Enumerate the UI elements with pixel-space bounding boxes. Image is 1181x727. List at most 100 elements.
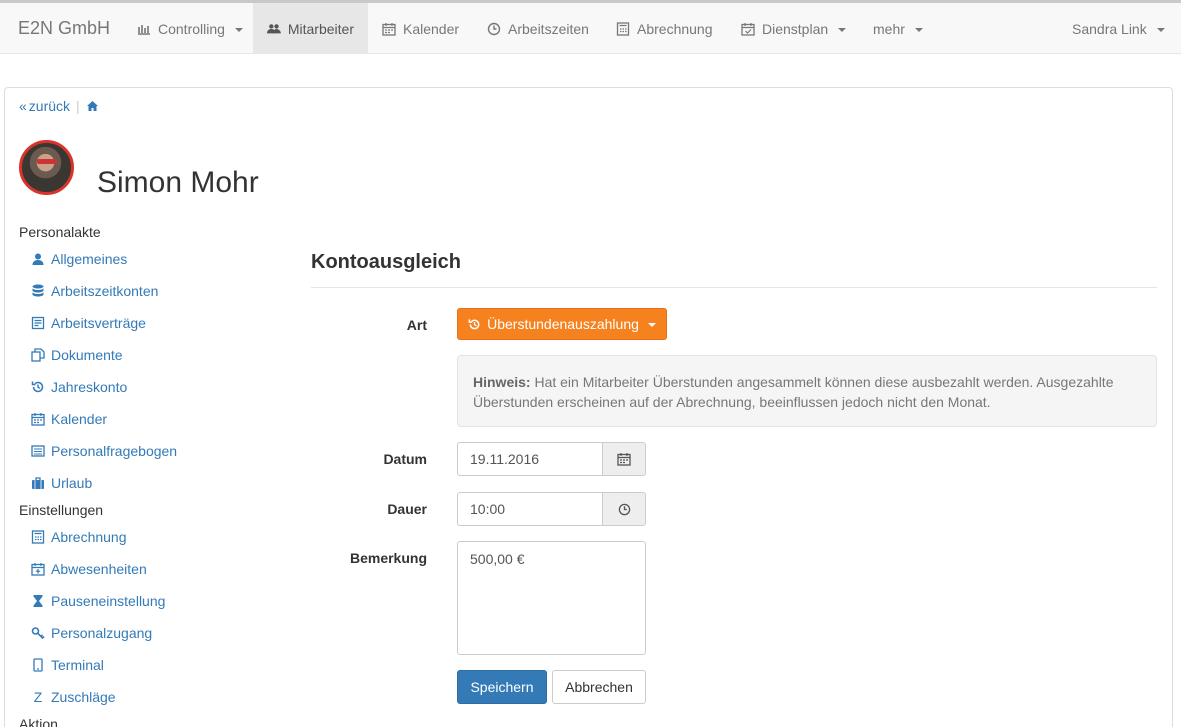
chevron-down-icon [647,323,656,327]
breadcrumb-separator: | [76,98,80,114]
sidebar-item-label: Kalender [51,411,108,427]
datum-label: Datum [383,451,427,467]
sidebar-item-personalzugang[interactable]: Personalzugang [31,625,152,641]
user-menu[interactable]: Sandra Link [1058,3,1179,54]
sidebar-item-personalfragebogen[interactable]: Personalfragebogen [31,443,177,459]
users-icon [267,23,281,33]
sidebar-item-dokumente[interactable]: Dokumente [31,347,123,363]
calendar-check-icon [741,22,755,36]
contract-icon [31,316,45,330]
sidebar-item-pauseneinstellung[interactable]: Pauseneinstellung [31,593,165,609]
hint-box: Hinweis: Hat ein Mitarbeiter Überstunden… [457,355,1157,427]
sidebar-item-label: Pauseneinstellung [51,593,166,609]
user-name: Sandra Link [1072,20,1147,37]
sidebar-section-einstellungen: Einstellungen [19,502,104,518]
nav-dienstplan-label: Dienstplan [762,20,829,37]
list-icon [31,445,45,457]
art-label: Art [406,317,427,333]
nav-mitarbeiter-label: Mitarbeiter [287,20,354,37]
nav-abrechnung-label: Abrechnung [637,20,713,37]
sidebar-item-arbeitsvertraege[interactable]: Arbeitsverträge [31,315,146,331]
nav-arbeitszeiten[interactable]: Arbeitszeiten [473,3,603,54]
art-dropdown-button[interactable]: Überstundenauszahlung [457,308,667,340]
timepicker-button[interactable] [602,492,646,526]
z-icon: Z [33,689,43,705]
sidebar-item-abwesenheiten[interactable]: Abwesenheiten [31,561,147,577]
sidebar-item-abrechnung[interactable]: Abrechnung [31,529,127,545]
calendar-icon [31,413,45,426]
bemerkung-label: Bemerkung [349,550,427,566]
calendar-plus-icon [31,563,45,576]
sidebar-item-label: Arbeitszeitkonten [51,283,159,299]
double-chevron-left-icon: « [19,98,27,114]
user-icon [32,253,44,265]
breadcrumb: « zurück | [19,98,99,114]
sidebar-item-label: Jahreskonto [51,379,128,395]
home-icon[interactable] [86,100,99,112]
top-navbar: E2N GmbH Controlling Mitarbeiter Kalende… [0,0,1181,54]
clock-icon [618,503,630,515]
dauer-input[interactable]: 10:00 [457,492,602,526]
save-button[interactable]: Speichern [457,670,547,704]
datum-input-group: 19.11.2016 [457,442,646,476]
clock-icon [487,22,501,35]
sidebar-item-label: Dokumente [51,347,123,363]
documents-icon [31,348,45,362]
tablet-icon [33,658,43,672]
sidebar-item-arbeitszeitkonten[interactable]: Arbeitszeitkonten [31,283,158,299]
hint-text: Hat ein Mitarbeiter Überstunden angesamm… [473,374,1114,410]
key-icon [31,627,45,640]
nav-arbeitszeiten-label: Arbeitszeiten [508,20,589,37]
calculator-icon [31,530,45,544]
sidebar-item-label: Abrechnung [51,529,127,545]
nav-mitarbeiter[interactable]: Mitarbeiter [253,3,368,54]
hint-label: Hinweis: [473,374,531,390]
sidebar-item-label: Arbeitsverträge [51,315,146,331]
sidebar-item-urlaub[interactable]: Urlaub [31,475,92,491]
chevron-down-icon [838,27,847,32]
sidebar-section-aktion: Aktion [19,716,58,727]
nav-abrechnung[interactable]: Abrechnung [602,3,727,54]
back-link[interactable]: « zurück [19,98,70,114]
sidebar-item-zuschlaege[interactable]: Z Zuschläge [31,689,116,705]
avatar [19,140,74,195]
brand-logo[interactable]: E2N GmbH [18,18,110,39]
form-title: Kontoausgleich [311,251,462,273]
sidebar-item-label: Zuschläge [51,689,116,705]
nav-controlling-label: Controlling [158,20,225,37]
chevron-down-icon [914,27,923,32]
datum-input[interactable]: 19.11.2016 [457,442,602,476]
avatar-glasses [37,159,57,164]
datepicker-button[interactable] [602,442,646,476]
cancel-button[interactable]: Abbrechen [552,670,646,704]
sidebar-section-personalakte: Personalakte [19,224,101,240]
history-icon [31,381,44,393]
sidebar-item-label: Urlaub [51,475,93,491]
dauer-input-group: 10:00 [457,492,646,526]
nav-controlling[interactable]: Controlling [123,3,257,54]
nav-kalender[interactable]: Kalender [368,3,473,54]
art-value: Überstundenauszahlung [487,316,639,332]
bemerkung-textarea[interactable]: 500,00 € [457,541,646,655]
sidebar-item-terminal[interactable]: Terminal [31,657,104,673]
sidebar-item-jahreskonto[interactable]: Jahreskonto [31,379,127,395]
dauer-label: Dauer [387,501,427,517]
nav-mehr-label: mehr [873,20,905,37]
sidebar-item-kalender[interactable]: Kalender [31,411,107,427]
bar-chart-icon [138,24,150,35]
sidebar-item-allgemeines[interactable]: Allgemeines [31,251,127,267]
nav-mehr[interactable]: mehr [859,3,937,54]
database-icon [32,284,44,297]
title-divider [311,287,1157,288]
nav-kalender-label: Kalender [403,20,460,37]
sidebar-item-label: Allgemeines [51,251,128,267]
history-icon [468,318,480,329]
nav-dienstplan[interactable]: Dienstplan [727,3,860,54]
chevron-down-icon [234,27,243,32]
calendar-icon [382,22,396,36]
calendar-icon [617,453,631,466]
sidebar-item-label: Personalzugang [51,625,153,641]
employee-name: Simon Mohr [97,166,259,199]
sidebar-item-label: Abwesenheiten [51,561,147,577]
chevron-down-icon [1156,27,1165,32]
